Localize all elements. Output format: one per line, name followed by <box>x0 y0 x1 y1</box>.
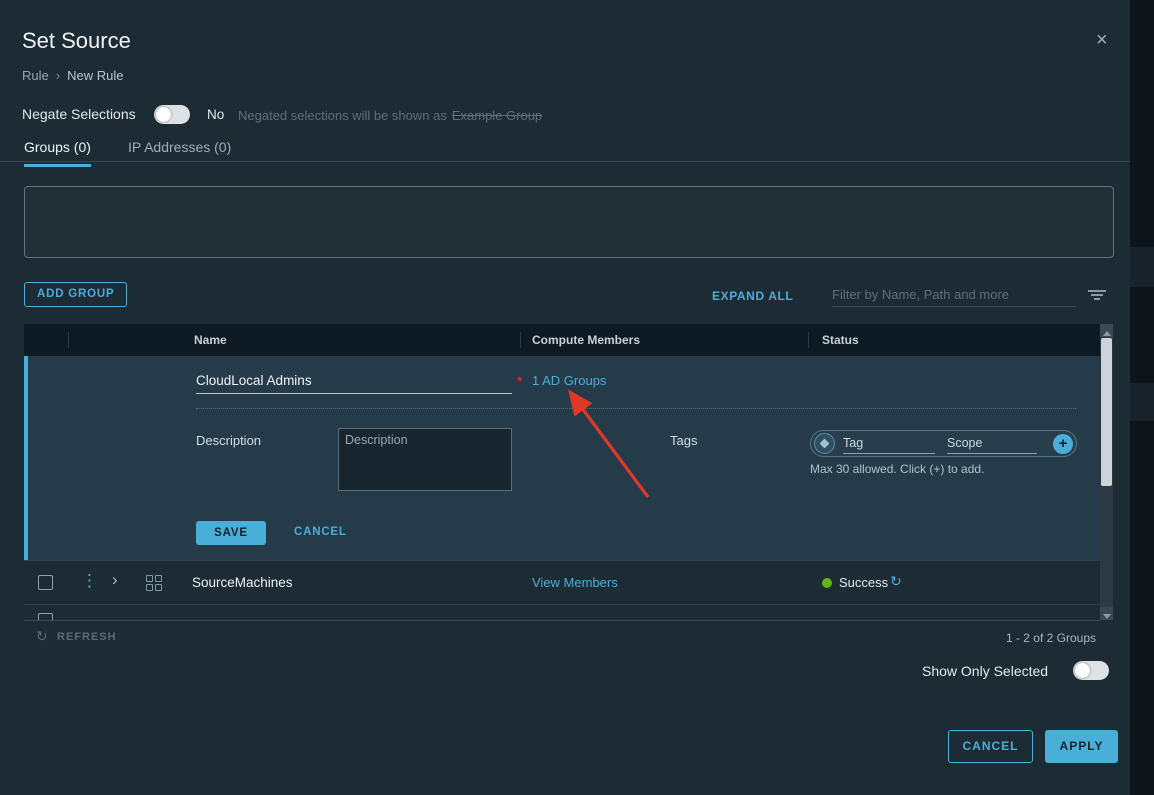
scroll-up-arrow[interactable] <box>1100 324 1113 337</box>
tag-input[interactable] <box>843 434 935 454</box>
table-scrollbar[interactable] <box>1100 324 1113 620</box>
column-header-status: Status <box>822 333 859 347</box>
background-page-fragment <box>1130 247 1154 287</box>
cancel-button[interactable]: CANCEL <box>948 730 1033 763</box>
group-icon <box>146 575 162 591</box>
add-tag-button[interactable]: + <box>1053 434 1073 454</box>
group-name-input[interactable] <box>196 368 512 394</box>
refresh-icon[interactable]: ↻ <box>36 628 48 645</box>
filter-icon[interactable] <box>1088 290 1106 302</box>
toggle-knob <box>156 107 171 122</box>
table-header: Name Compute Members Status <box>24 324 1100 356</box>
scope-input[interactable] <box>947 434 1037 454</box>
row-checkbox[interactable] <box>38 613 53 620</box>
view-members-link[interactable]: View Members <box>532 575 618 590</box>
expand-all-link[interactable]: EXPAND ALL <box>712 289 793 303</box>
group-edit-row: * 1 AD Groups Description Tags + Max 30 … <box>24 356 1100 560</box>
status-success-dot <box>822 578 832 588</box>
negate-selections-label: Negate Selections <box>22 106 136 122</box>
column-header-name: Name <box>194 333 227 347</box>
tags-label: Tags <box>670 433 697 448</box>
group-name: SourceMachines <box>192 575 293 590</box>
dotted-divider <box>196 408 1076 409</box>
refresh-button[interactable]: REFRESH <box>57 631 117 643</box>
negate-toggle-state: No <box>207 107 224 122</box>
status-badge: Success <box>839 575 888 590</box>
kebab-menu-icon[interactable]: ⋮ <box>81 571 98 591</box>
row-count: 1 - 2 of 2 Groups <box>1006 631 1096 645</box>
apply-button[interactable]: APPLY <box>1045 730 1118 763</box>
chevron-right-icon: › <box>56 68 60 83</box>
show-only-selected-toggle[interactable] <box>1073 661 1109 680</box>
background-page-fragment <box>1130 383 1154 421</box>
tabs-divider <box>0 161 1130 162</box>
close-icon[interactable]: × <box>1096 30 1108 50</box>
negate-hint: Negated selections will be shown as Examp… <box>238 108 542 123</box>
expand-chevron-icon[interactable]: › <box>112 570 118 590</box>
breadcrumb-new-rule: New Rule <box>67 68 123 83</box>
status-refresh-icon[interactable]: ↻ <box>890 573 902 590</box>
tab-groups[interactable]: Groups (0) <box>24 139 91 167</box>
page-title: Set Source <box>22 28 131 54</box>
ad-groups-link[interactable]: 1 AD Groups <box>532 373 606 388</box>
column-header-compute-members: Compute Members <box>532 333 640 347</box>
selected-groups-box <box>24 186 1114 258</box>
tags-hint: Max 30 allowed. Click (+) to add. <box>810 462 984 476</box>
row-checkbox[interactable] <box>38 575 53 590</box>
negate-hint-text: Negated selections will be shown as <box>238 108 447 123</box>
description-textarea[interactable] <box>338 428 512 491</box>
description-label: Description <box>196 433 261 448</box>
breadcrumb-rule[interactable]: Rule <box>22 68 49 83</box>
breadcrumb: Rule › New Rule <box>22 68 123 83</box>
show-only-selected-label: Show Only Selected <box>922 663 1048 679</box>
edit-cancel-link[interactable]: CANCEL <box>294 526 347 538</box>
table-row: ⋮ › SourceMachines View Members Success … <box>24 560 1100 604</box>
tag-picker: + <box>810 430 1077 457</box>
background-page-edge <box>1130 0 1154 795</box>
column-divider <box>808 332 809 348</box>
required-marker: * <box>517 373 522 389</box>
tag-icon <box>814 433 835 454</box>
scroll-down-arrow[interactable] <box>1100 607 1113 620</box>
add-group-button[interactable]: ADD GROUP <box>24 282 127 307</box>
toggle-knob <box>1075 663 1090 678</box>
negate-hint-example: Example Group <box>452 108 542 123</box>
scrollbar-thumb[interactable] <box>1101 338 1112 486</box>
set-source-dialog: Set Source × Rule › New Rule Negate Select… <box>0 0 1154 795</box>
table-footer: ↻ REFRESH 1 - 2 of 2 Groups <box>24 620 1100 652</box>
save-button[interactable]: SAVE <box>196 521 266 545</box>
table-row-partial <box>24 604 1100 620</box>
column-divider <box>68 332 69 348</box>
negate-selections-toggle[interactable] <box>154 105 190 124</box>
column-divider <box>520 332 521 348</box>
filter-input[interactable] <box>832 282 1076 307</box>
